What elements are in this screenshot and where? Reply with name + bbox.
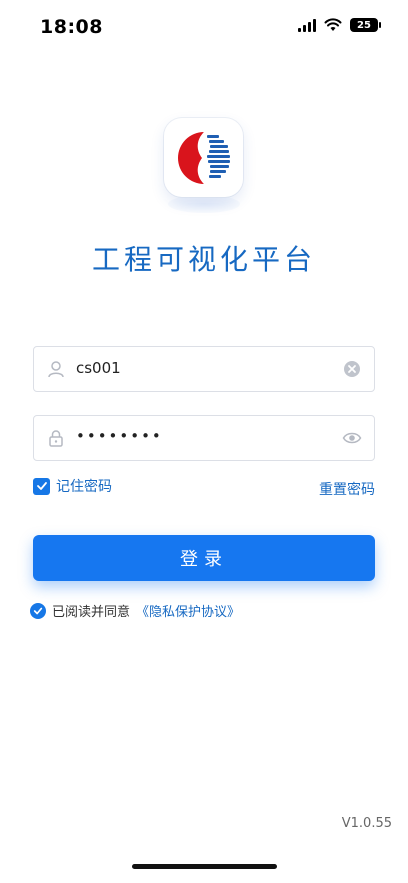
- check-icon: [33, 607, 43, 614]
- lock-icon: [49, 430, 63, 447]
- password-field[interactable]: ••••••••: [33, 415, 375, 461]
- user-icon: [48, 361, 64, 378]
- battery-icon: 25: [350, 18, 381, 32]
- app-logo: [164, 118, 243, 197]
- status-time: 18:08: [40, 16, 103, 38]
- wifi-icon: [324, 18, 342, 31]
- remember-label[interactable]: 记住密码: [56, 476, 112, 496]
- signal-icon: [298, 18, 316, 32]
- agreement-row: 已阅读并同意 《隐私保护协议》: [30, 601, 240, 620]
- agreement-checkbox[interactable]: [30, 602, 46, 619]
- agreement-text: 已阅读并同意: [52, 605, 131, 620]
- password-input[interactable]: ••••••••: [76, 427, 163, 445]
- login-button[interactable]: 登录: [33, 535, 375, 581]
- check-icon: [36, 482, 47, 490]
- logo-mark-icon: [177, 130, 230, 185]
- home-indicator[interactable]: [132, 864, 277, 869]
- reset-password-link[interactable]: 重置密码: [319, 479, 375, 499]
- privacy-policy-link[interactable]: 《隐私保护协议》: [136, 601, 240, 620]
- remember-checkbox[interactable]: [33, 477, 50, 495]
- username-input[interactable]: cs001: [76, 359, 121, 377]
- app-version: V1.0.55: [341, 816, 392, 831]
- eye-icon[interactable]: [342, 428, 362, 448]
- battery-level: 25: [357, 19, 371, 31]
- logo-shadow: [168, 195, 240, 213]
- app-title: 工程可视化平台: [91, 243, 316, 276]
- status-icons: 25: [298, 18, 381, 32]
- clear-icon[interactable]: [342, 359, 362, 379]
- username-field[interactable]: cs001: [33, 346, 375, 392]
- remember-password[interactable]: 记住密码: [33, 476, 112, 496]
